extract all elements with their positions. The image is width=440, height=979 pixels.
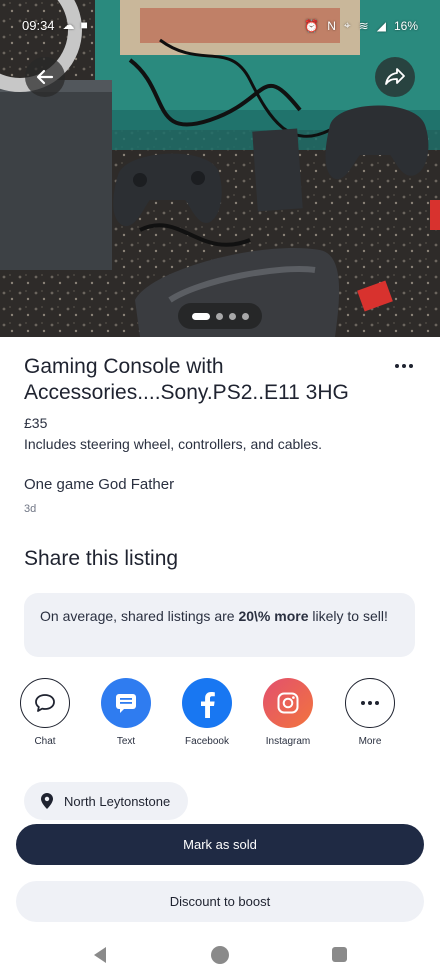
location-pin-icon: ⌖ [343,18,351,32]
pager-dot[interactable] [241,312,249,320]
share-text-circle [101,678,151,728]
location-label: North Leytonstone [64,793,171,809]
nav-home-icon[interactable] [211,946,229,964]
share-heading: Share this listing [24,547,179,570]
share-text-label: Text [116,736,136,747]
chat-bubble-icon [35,694,55,712]
share-instagram-button[interactable]: Instagram [253,678,323,747]
discount-to-boost-button[interactable]: Discount to boost [16,881,424,922]
nav-back-icon[interactable] [92,946,108,964]
share-arrow-icon [385,68,405,85]
share-info-prefix: On average, shared listings are [40,608,239,624]
app-icon: ■ [80,18,88,32]
share-more-label: More [358,736,382,747]
share-chat-button[interactable]: Chat [10,678,80,747]
battery-level: 16% [393,18,418,33]
share-more-button[interactable]: More [335,678,405,747]
alarm-icon: ⏰ [304,18,320,33]
photo-image [0,0,440,337]
listing-posted-ago: 3d [24,503,37,515]
arrow-left-icon [36,69,54,85]
more-icon [361,701,379,705]
share-text-button[interactable]: Text [91,678,161,747]
instagram-icon [277,692,299,714]
signal-icon: ◢ [376,18,386,33]
location-pin-icon [41,793,53,809]
pager-dot[interactable] [228,312,236,320]
listing-title: Gaming Console with Accessories....Sony.… [24,355,349,404]
share-info-box: On average, shared listings are 20\% mor… [24,593,415,657]
wifi-icon: ≋ [358,18,369,33]
pager-dot[interactable] [215,312,223,320]
share-more-circle [345,678,395,728]
more-options-icon[interactable] [393,360,415,372]
listing-photo[interactable]: 09:34 ☁ ■ ⏰ N ⌖ ≋ ◢ 16% [0,0,440,337]
system-icons: ☁ ■ [63,18,88,32]
location-chip[interactable]: North Leytonstone [24,782,189,820]
system-nav-bar [0,935,440,979]
photo-pager[interactable] [178,303,262,329]
cloud-icon: ☁ [62,18,75,32]
listing-price: £35 [24,415,48,431]
listing-extra-note: One game God Father [24,476,175,493]
share-instagram-label: Instagram [265,736,311,747]
back-button[interactable] [25,57,65,97]
share-instagram-circle [263,678,313,728]
mark-as-sold-button[interactable]: Mark as sold [16,824,424,865]
message-icon [116,694,136,713]
listing-description: Includes steering wheel, controllers, an… [24,436,323,452]
share-info-highlight: 20\% more [238,608,309,624]
share-chat-circle [20,678,70,728]
share-facebook-circle [182,678,232,728]
share-chat-label: Chat [34,736,56,747]
share-button[interactable] [375,57,415,97]
nav-recent-apps-icon[interactable] [332,947,347,962]
pager-dot-active[interactable] [191,312,210,320]
status-time: 09:34 [22,18,55,33]
status-bar: 09:34 ☁ ■ ⏰ N ⌖ ≋ ◢ 16% [0,0,440,50]
nfc-icon: N [327,18,336,33]
share-facebook-button[interactable]: Facebook [172,678,242,747]
facebook-icon [201,692,215,718]
share-info-suffix: likely to sell! [308,608,388,624]
status-right: ⏰ N ⌖ ≋ ◢ 16% [304,18,418,33]
share-facebook-label: Facebook [185,736,229,747]
